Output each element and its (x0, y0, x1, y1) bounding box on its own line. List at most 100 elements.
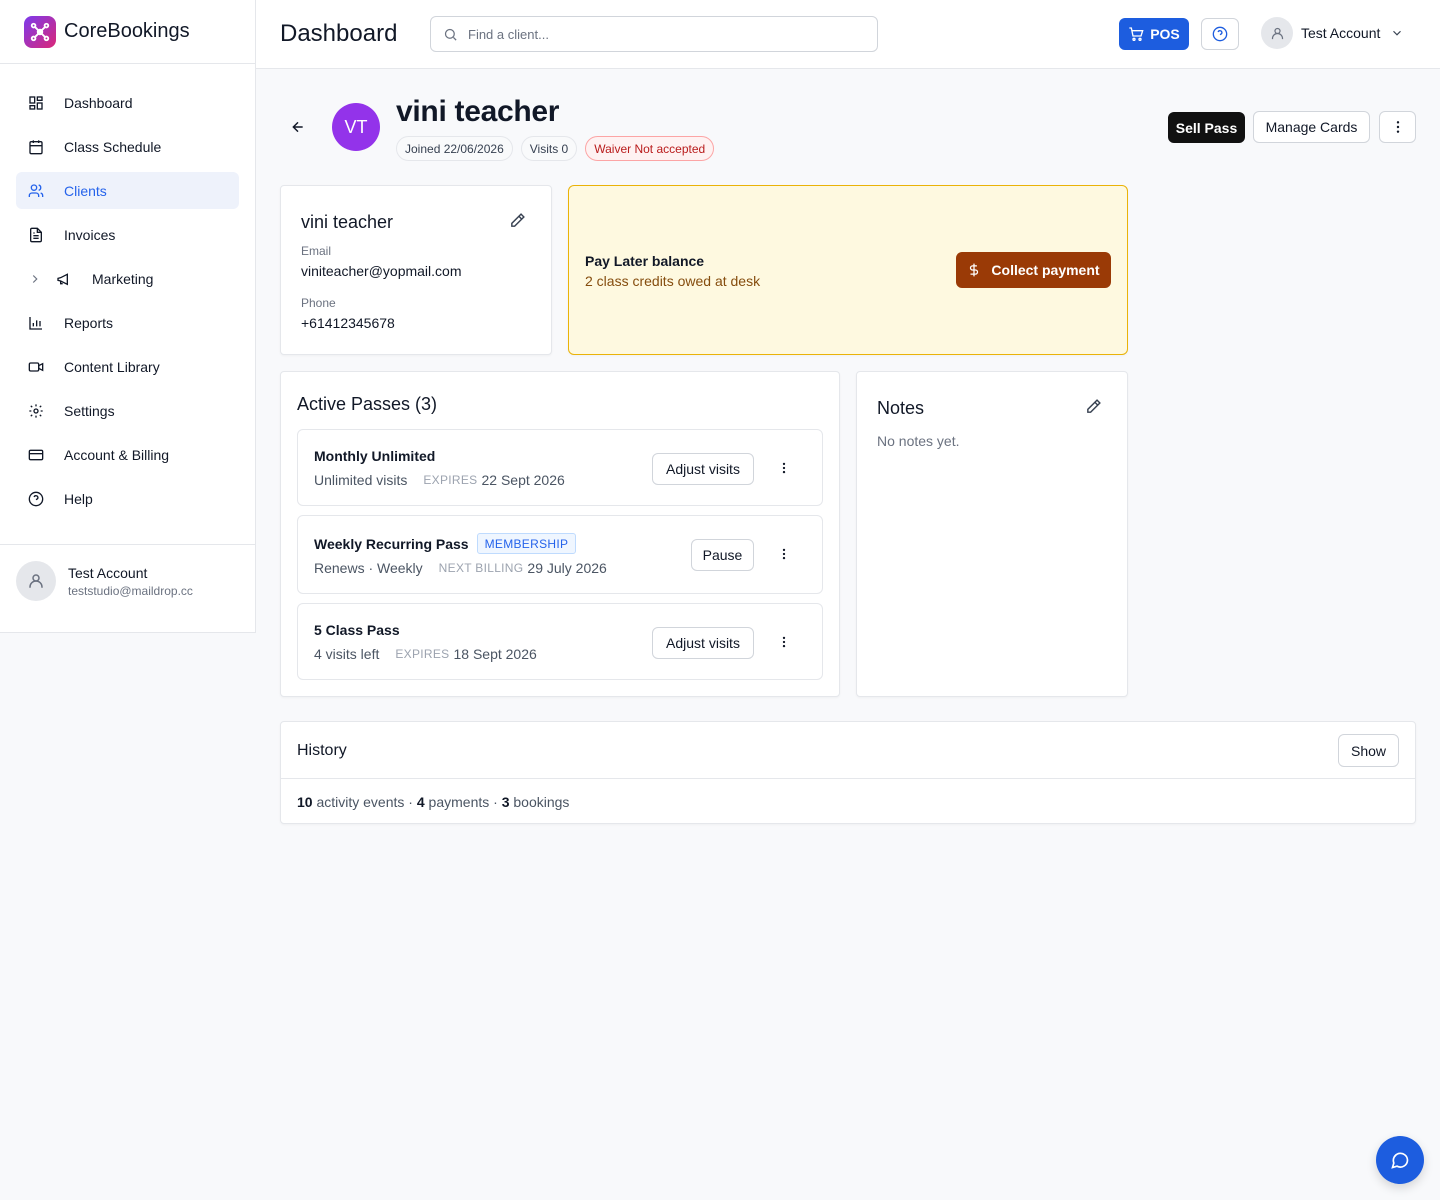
show-history-button[interactable]: Show (1338, 734, 1399, 767)
client-name: vini teacher (396, 95, 560, 128)
cart-icon (1129, 27, 1144, 41)
edit-contact-button[interactable] (509, 212, 526, 234)
more-vertical-icon (782, 462, 786, 474)
sell-pass-button[interactable]: Sell Pass (1168, 112, 1245, 143)
sidebar-divider (0, 544, 255, 545)
history-divider (281, 778, 1415, 779)
pass-details: 4 visits left EXPIRES 18 Sept 2026 (314, 646, 537, 662)
joined-chip: Joined 22/06/2026 (396, 136, 513, 161)
brand-logo-icon (24, 15, 56, 48)
more-options-button[interactable] (1379, 111, 1416, 143)
sidebar-item-label: Marketing (92, 270, 154, 287)
sidebar-item-settings[interactable]: Settings (16, 392, 239, 429)
notes-empty-text: No notes yet. (877, 433, 960, 449)
pass-item: Monthly Unlimited Unlimited visits EXPIR… (297, 429, 823, 506)
search-icon (444, 28, 457, 41)
sidebar-item-label: Class Schedule (64, 138, 162, 155)
credit-card-icon (28, 447, 44, 463)
help-circle-icon (1212, 26, 1228, 42)
sidebar-item-label: Reports (64, 314, 114, 331)
client-avatar: VT (332, 103, 380, 151)
megaphone-icon (56, 271, 72, 287)
sidebar-item-reports[interactable]: Reports (16, 304, 239, 341)
search-box[interactable] (430, 16, 878, 52)
pass-desc: Unlimited visits (314, 472, 408, 488)
account-menu[interactable]: Test Account (1261, 17, 1404, 49)
pass-menu-button[interactable] (776, 626, 792, 658)
chevron-right-icon[interactable] (28, 272, 44, 286)
pass-name-text: Weekly Recurring Pass (314, 535, 469, 552)
sidebar-item-label: Dashboard (64, 94, 133, 111)
payments-count: 4 (416, 794, 425, 810)
help-button[interactable] (1201, 18, 1239, 50)
gear-icon (28, 403, 44, 419)
pos-button[interactable]: POS (1119, 18, 1189, 50)
bookings-label: bookings (513, 794, 570, 810)
pass-item: 5 Class Pass 4 visits left EXPIRES 18 Se… (297, 603, 823, 680)
sidebar-item-content-library[interactable]: Content Library (16, 348, 239, 385)
pass-desc: 4 visits left (314, 646, 380, 662)
pencil-icon (511, 213, 525, 227)
pay-later-card: Pay Later balance 2 class credits owed a… (568, 185, 1128, 355)
sidebar-item-label: Content Library (64, 358, 160, 375)
pass-date-key: EXPIRES (423, 473, 478, 487)
separator: · (408, 794, 413, 810)
chevron-down-icon (1390, 26, 1404, 40)
sidebar-item-marketing[interactable]: Marketing (16, 260, 239, 297)
pay-later-title: Pay Later balance (585, 253, 705, 269)
collect-payment-button[interactable]: Collect payment (956, 252, 1111, 288)
pass-date-key: NEXT BILLING (438, 561, 524, 575)
sidebar-item-account-billing[interactable]: Account & Billing (16, 436, 239, 473)
pencil-icon (1087, 399, 1101, 413)
sidebar-item-dashboard[interactable]: Dashboard (16, 84, 239, 121)
sidebar-item-class-schedule[interactable]: Class Schedule (16, 128, 239, 165)
pos-button-label: POS (1150, 26, 1180, 42)
email-value: viniteacher@yopmail.com (301, 263, 462, 279)
pass-menu-button[interactable] (776, 538, 792, 570)
phone-value: +61412345678 (301, 315, 395, 331)
email-label: Email (301, 244, 332, 258)
users-icon (28, 183, 44, 199)
manage-cards-button[interactable]: Manage Cards (1253, 111, 1370, 143)
sidebar-item-label: Clients (64, 182, 107, 199)
pause-button[interactable]: Pause (691, 539, 754, 571)
client-chips: Joined 22/06/2026 Visits 0 Waiver Not ac… (396, 136, 715, 161)
pass-details: Unlimited visits EXPIRES 22 Sept 2026 (314, 472, 565, 488)
chat-button[interactable] (1376, 1136, 1424, 1184)
history-summary: 10 activity events · 4 payments · 3 book… (297, 794, 569, 810)
pass-menu-button[interactable] (776, 452, 792, 484)
pass-date-key: EXPIRES (395, 647, 450, 661)
pass-date: 22 Sept 2026 (481, 472, 565, 488)
sidebar-item-help[interactable]: Help (16, 480, 239, 517)
pass-name-text: 5 Class Pass (314, 622, 400, 638)
separator: · (493, 794, 498, 810)
sidebar-item-label: Settings (64, 402, 115, 419)
video-icon (28, 359, 44, 375)
visits-chip: Visits 0 (520, 136, 578, 161)
brand[interactable]: CoreBookings (0, 0, 255, 64)
more-vertical-icon (782, 636, 786, 648)
waiver-chip[interactable]: Waiver Not accepted (585, 136, 715, 161)
active-passes-card: Active Passes (3) Monthly Unlimited Unli… (280, 371, 840, 697)
notes-card: Notes No notes yet. (856, 371, 1128, 697)
pass-name-text: Monthly Unlimited (314, 448, 436, 464)
history-card: History Show 10 activity events · 4 paym… (280, 721, 1416, 824)
sidebar-nav: Dashboard Class Schedule Clients Invoice… (0, 64, 255, 517)
pass-date: 29 July 2026 (527, 560, 607, 576)
sidebar-user-name: Test Account (68, 564, 148, 581)
search-input[interactable] (468, 26, 848, 42)
sidebar-item-invoices[interactable]: Invoices (16, 216, 239, 253)
payments-label: payments (428, 794, 490, 810)
edit-notes-button[interactable] (1085, 398, 1102, 420)
pay-later-subtitle: 2 class credits owed at desk (585, 273, 761, 289)
sidebar-user[interactable]: Test Account teststudio@maildrop.cc (16, 561, 193, 601)
grid-icon (28, 95, 44, 111)
brand-name: CoreBookings (64, 20, 190, 42)
active-passes-title: Active Passes (3) (297, 394, 438, 414)
sidebar-item-clients[interactable]: Clients (16, 172, 239, 209)
adjust-visits-button[interactable]: Adjust visits (652, 453, 754, 485)
back-button[interactable] (288, 117, 308, 137)
user-icon (29, 574, 43, 588)
pass-item: Weekly Recurring Pass MEMBERSHIP Renews … (297, 515, 823, 594)
adjust-visits-button[interactable]: Adjust visits (652, 627, 754, 659)
